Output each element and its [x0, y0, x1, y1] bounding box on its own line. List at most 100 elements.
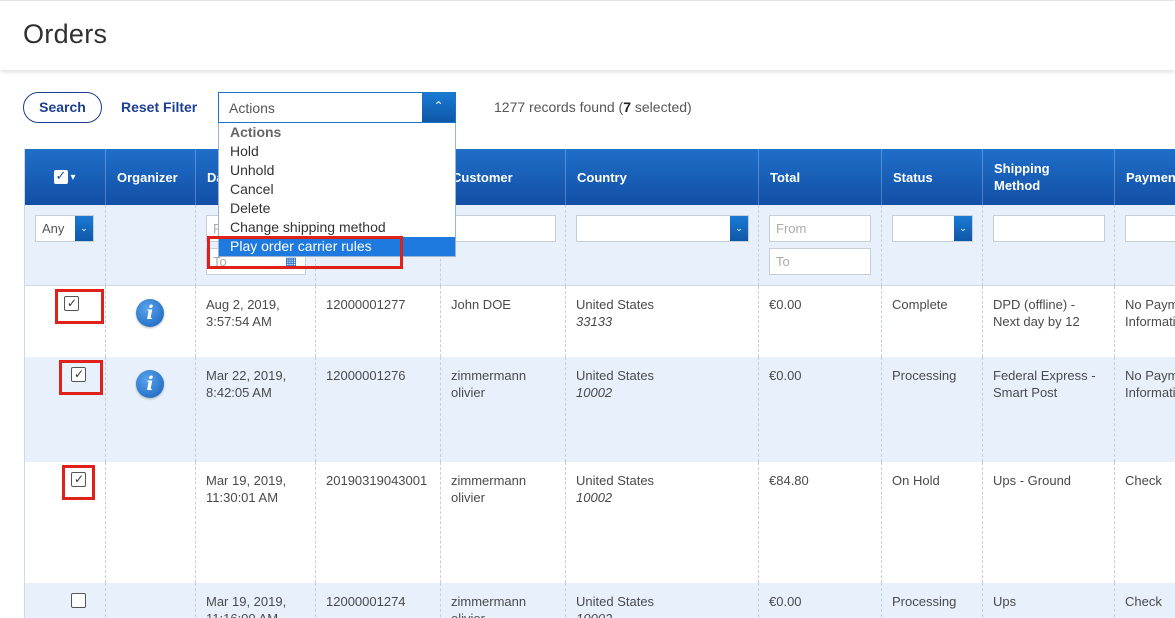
- column-header-label: Payment: [1126, 169, 1175, 185]
- customer-name: zimmermann: [451, 594, 527, 609]
- filter-cell-country: ⌄: [566, 205, 759, 286]
- cell-country: United States10002: [566, 462, 759, 583]
- cell-number: 12000001276: [316, 357, 441, 462]
- info-icon[interactable]: i: [136, 370, 164, 398]
- cell-organizer: [106, 462, 196, 583]
- payment-method: No Payment: [1125, 297, 1175, 312]
- filter-cell-shipping: [983, 205, 1115, 286]
- table-row[interactable]: i Mar 22, 2019, 8:42:05 AM 12000001276 zimme…: [25, 357, 1175, 462]
- order-date: Mar 19, 2019,: [206, 594, 287, 609]
- column-header-customer[interactable]: Customer: [441, 149, 566, 205]
- total-from-input[interactable]: From: [769, 215, 871, 242]
- reset-filter-link[interactable]: Reset Filter: [121, 99, 197, 115]
- order-total: €0.00: [769, 368, 802, 383]
- order-time: 11:30:01 AM: [206, 490, 279, 505]
- actions-menu-item-unhold[interactable]: Unhold: [219, 161, 455, 180]
- payment-method: Check: [1125, 473, 1162, 488]
- column-header-sel[interactable]: ✓ ▾: [25, 149, 106, 205]
- shipping-filter-input[interactable]: [993, 215, 1105, 242]
- toolbar: Search Reset Filter Actions ⌃ 1277 recor…: [0, 90, 1175, 126]
- cell-payment: Check: [1115, 583, 1175, 618]
- cell-total: €0.00: [759, 357, 882, 462]
- payment-method: No Payment: [1125, 368, 1175, 383]
- total-to-input[interactable]: To: [769, 248, 871, 275]
- customer-name: John DOE: [451, 297, 511, 312]
- column-header-status[interactable]: Status: [882, 149, 983, 205]
- select-all-checkbox-icon[interactable]: ✓: [54, 168, 69, 184]
- cell-country: United States10002: [566, 583, 759, 618]
- cell-date: Mar 22, 2019, 8:42:05 AM: [196, 357, 316, 462]
- zip-code: 10002: [576, 385, 613, 400]
- actions-menu-item-delete[interactable]: Delete: [219, 199, 455, 218]
- order-number: 12000001274: [326, 594, 406, 609]
- cell-customer: John DOE: [441, 286, 566, 357]
- payment-method-line2: Information: [1125, 314, 1175, 329]
- status-filter-select[interactable]: ⌄: [892, 215, 973, 242]
- customer-name-line2: olivier: [451, 610, 555, 618]
- column-header-label: Organizer: [117, 169, 178, 185]
- info-icon[interactable]: i: [136, 299, 164, 327]
- cell-customer: zimmermannolivier: [441, 583, 566, 618]
- column-header-country[interactable]: Country: [566, 149, 759, 205]
- customer-filter-input[interactable]: [451, 215, 556, 242]
- customer-name: zimmermann: [451, 368, 527, 383]
- table-row[interactable]: Mar 19, 2019, 11:30:01 AM 20190319043001 zi…: [25, 462, 1175, 583]
- filter-cell-status: ⌄: [882, 205, 983, 286]
- actions-menu-item-hold[interactable]: Hold: [219, 142, 455, 161]
- filter-cell-customer: [441, 205, 566, 286]
- order-date: Aug 2, 2019,: [206, 297, 280, 312]
- column-header-organizer[interactable]: Organizer: [106, 149, 196, 205]
- cell-payment: No Payment Information: [1115, 286, 1175, 357]
- column-header-total[interactable]: Total: [759, 149, 882, 205]
- order-time: 8:42:05 AM: [206, 385, 272, 400]
- column-header-label: Shipping Method: [994, 161, 1050, 193]
- search-button[interactable]: Search: [23, 92, 102, 123]
- grid-header: ✓▾OrganizerDateCustomerCountryTotalStatu…: [25, 149, 1175, 205]
- zip-code: 33133: [576, 314, 613, 329]
- order-status: Processing: [892, 368, 957, 383]
- cell-status: Processing: [882, 357, 983, 462]
- row-checkbox[interactable]: [71, 593, 86, 608]
- actions-menu-item-change-shipping-method[interactable]: Change shipping method: [219, 218, 455, 237]
- cell-date: Aug 2, 2019, 3:57:54 AM: [196, 286, 316, 357]
- column-header-payment[interactable]: Payment: [1115, 149, 1175, 205]
- column-header-label: Customer: [452, 169, 513, 185]
- chevron-down-icon[interactable]: ⌄: [730, 216, 748, 241]
- selection-filter-select[interactable]: Any ⌄: [35, 215, 94, 242]
- highlight-play-order-carrier-rules: [207, 236, 403, 269]
- order-date: Mar 19, 2019,: [206, 473, 287, 488]
- cell-shipping: Ups: [983, 583, 1115, 618]
- chevron-down-icon[interactable]: ⌄: [75, 216, 93, 241]
- payment-filter-input[interactable]: [1125, 215, 1175, 242]
- order-status: Processing: [892, 594, 957, 609]
- column-header-shipping[interactable]: Shipping Method: [983, 149, 1115, 205]
- actions-select[interactable]: Actions ⌃: [218, 92, 456, 123]
- order-number: 12000001277: [326, 297, 406, 312]
- zip-code: 10002: [576, 490, 613, 505]
- cell-customer: zimmermannolivier: [441, 462, 566, 583]
- caret-down-icon[interactable]: ▾: [70, 169, 75, 186]
- cell-organizer: i: [106, 357, 196, 462]
- filter-cell-organizer: [106, 205, 196, 286]
- order-status: Complete: [892, 297, 948, 312]
- payment-method: Check: [1125, 594, 1162, 609]
- filter-row: Any⌄FromTo▦⌄FromTo⌄: [25, 205, 1175, 286]
- cell-total: €0.00: [759, 583, 882, 618]
- shipping-method: DPD (offline) -: [993, 297, 1076, 312]
- column-header-label: Country: [577, 169, 627, 185]
- cell-payment: No Payment Information: [1115, 357, 1175, 462]
- total-to-placeholder: To: [776, 254, 790, 269]
- country-filter-select[interactable]: ⌄: [576, 215, 749, 242]
- order-total: €84.80: [769, 473, 809, 488]
- customer-name-line2: olivier: [451, 490, 485, 505]
- cell-status: Processing: [882, 583, 983, 618]
- chevron-down-icon[interactable]: ⌄: [954, 216, 972, 241]
- cell-country: United States 33133: [566, 286, 759, 357]
- chevron-up-icon[interactable]: ⌃: [422, 93, 455, 122]
- filter-cell-total: From To: [759, 205, 882, 286]
- table-row[interactable]: Mar 19, 2019,11:16:00 AM 12000001274 zimme…: [25, 583, 1175, 618]
- cell-date: Mar 19, 2019,11:16:00 AM: [196, 583, 316, 618]
- table-row[interactable]: i Aug 2, 2019, 3:57:54 AM 12000001277 John D…: [25, 286, 1175, 357]
- actions-menu-item-cancel[interactable]: Cancel: [219, 180, 455, 199]
- highlight-checkbox-row-1: [55, 289, 104, 324]
